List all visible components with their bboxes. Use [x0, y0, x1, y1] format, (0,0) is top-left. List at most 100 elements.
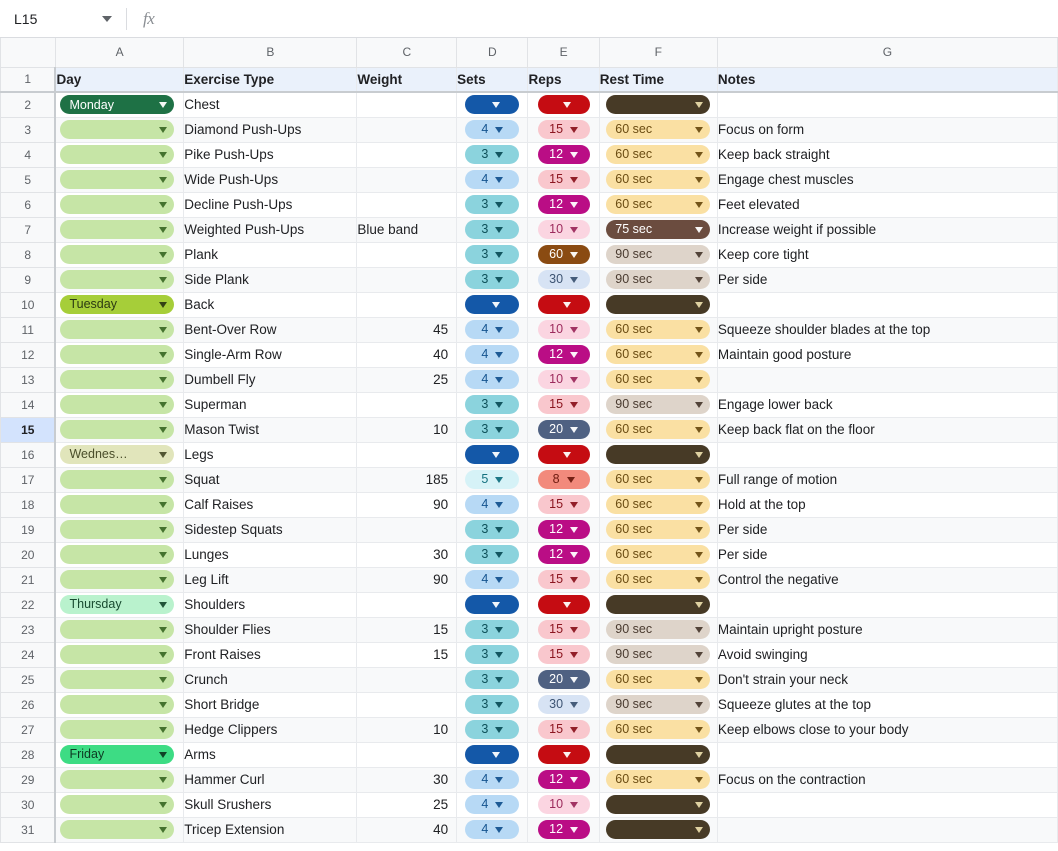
rest-time-cell[interactable]	[599, 442, 717, 467]
day-chip[interactable]: Thursday	[60, 595, 174, 614]
chevron-down-icon[interactable]	[570, 727, 578, 733]
sets-cell[interactable]: 4	[457, 117, 528, 142]
row-number-8[interactable]: 8	[1, 242, 56, 267]
chevron-down-icon[interactable]	[570, 252, 578, 258]
reps-chip[interactable]: 15	[538, 620, 590, 639]
rest-time-chip[interactable]: 60 sec	[606, 670, 710, 689]
chevron-down-icon[interactable]	[695, 727, 703, 733]
rest-time-cell[interactable]: 60 sec	[599, 492, 717, 517]
header-cell-b[interactable]: Exercise Type	[184, 67, 357, 92]
exercise-cell[interactable]: Single-Arm Row	[184, 342, 357, 367]
function-icon[interactable]: fx	[133, 9, 164, 29]
day-cell[interactable]	[55, 217, 183, 242]
chevron-down-icon[interactable]	[495, 202, 503, 208]
rest-time-cell[interactable]: 60 sec	[599, 142, 717, 167]
row-number-9[interactable]: 9	[1, 267, 56, 292]
reps-cell[interactable]: 60	[528, 242, 599, 267]
rest-time-chip[interactable]: 60 sec	[606, 145, 710, 164]
rest-time-cell[interactable]: 60 sec	[599, 367, 717, 392]
reps-cell[interactable]	[528, 92, 599, 117]
day-cell[interactable]	[55, 142, 183, 167]
chevron-down-icon[interactable]	[495, 127, 503, 133]
chevron-down-icon[interactable]	[159, 327, 167, 333]
notes-cell[interactable]	[717, 742, 1057, 767]
rest-time-cell[interactable]	[599, 742, 717, 767]
reps-chip[interactable]: 20	[538, 670, 590, 689]
chevron-down-icon[interactable]	[695, 227, 703, 233]
reps-chip[interactable]: 10	[538, 220, 590, 239]
day-cell[interactable]	[55, 667, 183, 692]
day-cell[interactable]	[55, 642, 183, 667]
row-number-28[interactable]: 28	[1, 742, 56, 767]
column-header-a[interactable]: A	[55, 38, 183, 67]
reps-cell[interactable]	[528, 292, 599, 317]
exercise-cell[interactable]: Leg Lift	[184, 567, 357, 592]
day-cell[interactable]: Tuesday	[55, 292, 183, 317]
chevron-down-icon[interactable]	[570, 652, 578, 658]
sets-chip[interactable]: 3	[465, 720, 519, 739]
day-cell[interactable]	[55, 192, 183, 217]
sets-chip[interactable]: 4	[465, 495, 519, 514]
exercise-cell[interactable]: Hedge Clippers	[184, 717, 357, 742]
weight-cell[interactable]	[357, 592, 457, 617]
row-number-30[interactable]: 30	[1, 792, 56, 817]
day-cell[interactable]	[55, 542, 183, 567]
exercise-cell[interactable]: Chest	[184, 92, 357, 117]
chevron-down-icon[interactable]	[159, 252, 167, 258]
day-chip[interactable]	[60, 820, 174, 839]
chevron-down-icon[interactable]	[570, 377, 578, 383]
row-number-21[interactable]: 21	[1, 567, 56, 592]
sets-cell[interactable]: 3	[457, 392, 528, 417]
sets-cell[interactable]: 4	[457, 567, 528, 592]
column-header-b[interactable]: B	[184, 38, 357, 67]
chevron-down-icon[interactable]	[570, 702, 578, 708]
day-cell[interactable]	[55, 617, 183, 642]
reps-chip[interactable]: 12	[538, 770, 590, 789]
formula-input[interactable]	[164, 0, 1058, 37]
chevron-down-icon[interactable]	[570, 777, 578, 783]
header-cell-e[interactable]: Reps	[528, 67, 599, 92]
sets-chip[interactable]: 4	[465, 795, 519, 814]
rest-time-cell[interactable]: 90 sec	[599, 267, 717, 292]
chevron-down-icon[interactable]	[159, 352, 167, 358]
header-cell-f[interactable]: Rest Time	[599, 67, 717, 92]
sets-chip[interactable]: 3	[465, 245, 519, 264]
row-number-16[interactable]: 16	[1, 442, 56, 467]
reps-chip[interactable]: 15	[538, 170, 590, 189]
exercise-cell[interactable]: Mason Twist	[184, 417, 357, 442]
chevron-down-icon[interactable]	[159, 202, 167, 208]
day-chip[interactable]	[60, 145, 174, 164]
weight-cell[interactable]: 90	[357, 567, 457, 592]
chevron-down-icon[interactable]	[495, 152, 503, 158]
column-header-c[interactable]: C	[357, 38, 457, 67]
notes-cell[interactable]: Keep core tight	[717, 242, 1057, 267]
chevron-down-icon[interactable]	[159, 652, 167, 658]
rest-time-chip[interactable]	[606, 795, 710, 814]
day-chip[interactable]	[60, 520, 174, 539]
day-cell[interactable]	[55, 467, 183, 492]
day-cell[interactable]	[55, 317, 183, 342]
rest-time-cell[interactable]	[599, 792, 717, 817]
chevron-down-icon[interactable]	[695, 777, 703, 783]
day-chip[interactable]	[60, 620, 174, 639]
weight-cell[interactable]	[357, 392, 457, 417]
weight-cell[interactable]	[357, 167, 457, 192]
header-cell-g[interactable]: Notes	[717, 67, 1057, 92]
weight-cell[interactable]	[357, 692, 457, 717]
weight-cell[interactable]	[357, 117, 457, 142]
chevron-down-icon[interactable]	[159, 127, 167, 133]
notes-cell[interactable]: Per side	[717, 517, 1057, 542]
row-number-3[interactable]: 3	[1, 117, 56, 142]
weight-cell[interactable]: 10	[357, 717, 457, 742]
weight-cell[interactable]: 40	[357, 342, 457, 367]
sets-cell[interactable]: 3	[457, 242, 528, 267]
rest-time-cell[interactable]: 60 sec	[599, 192, 717, 217]
chevron-down-icon[interactable]	[159, 102, 167, 108]
chevron-down-icon[interactable]	[495, 652, 503, 658]
header-cell-a[interactable]: Day	[55, 67, 183, 92]
sets-cell[interactable]: 3	[457, 517, 528, 542]
weight-cell[interactable]	[357, 267, 457, 292]
chevron-down-icon[interactable]	[695, 427, 703, 433]
rest-time-chip[interactable]	[606, 595, 710, 614]
rest-time-chip[interactable]: 90 sec	[606, 620, 710, 639]
